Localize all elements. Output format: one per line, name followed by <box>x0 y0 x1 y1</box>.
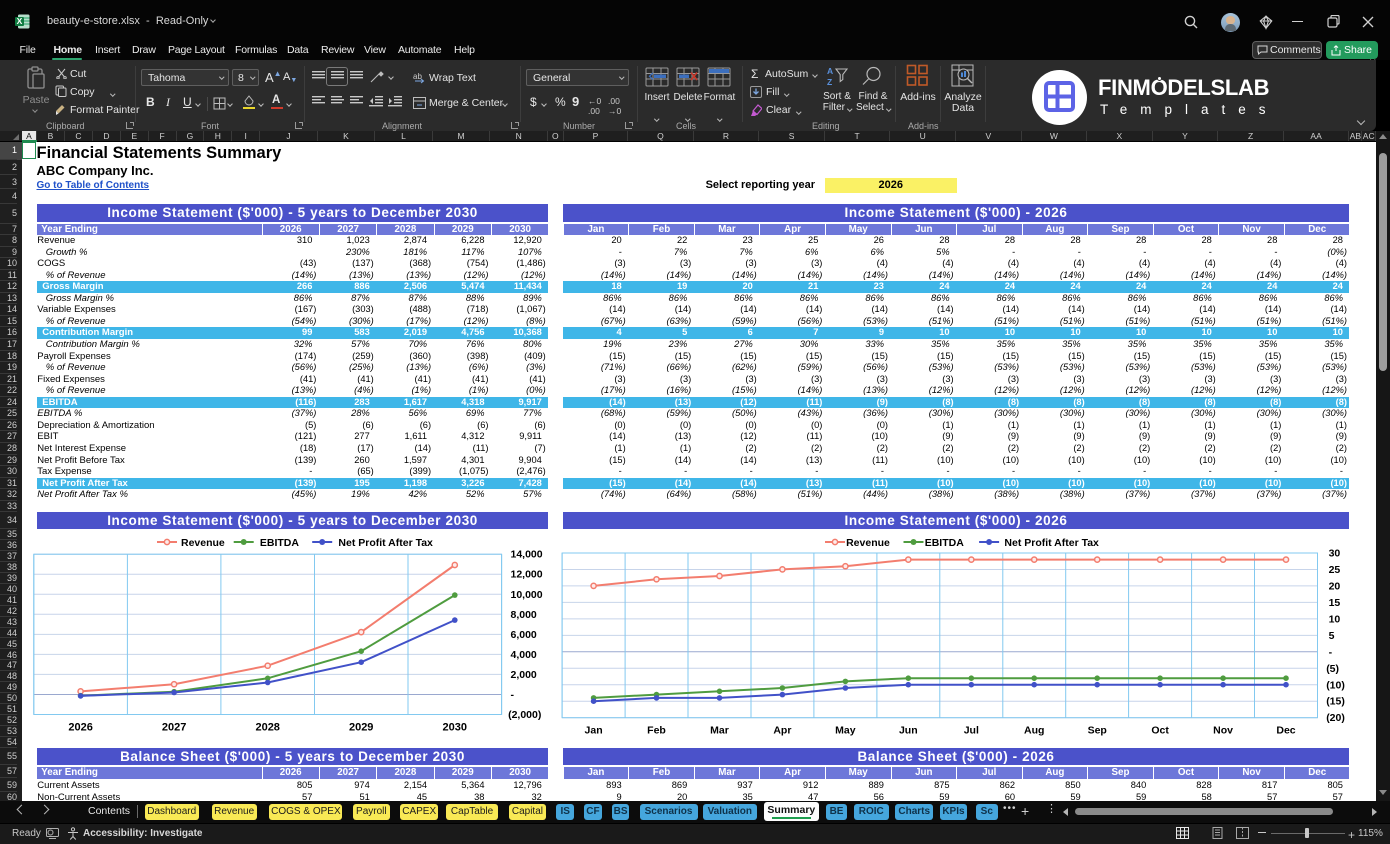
svg-text:(5): (5) <box>1326 663 1339 675</box>
svg-text:30: 30 <box>1329 548 1341 560</box>
svg-text:(20): (20) <box>1326 712 1345 724</box>
svg-text:Feb: Feb <box>647 725 666 737</box>
svg-text:8,000: 8,000 <box>511 609 537 621</box>
svg-text:10: 10 <box>1329 613 1341 625</box>
svg-text:-: - <box>1329 646 1333 658</box>
svg-text:15: 15 <box>1329 597 1341 609</box>
svg-text:2026: 2026 <box>68 722 92 734</box>
svg-text:Revenue: Revenue <box>846 537 890 549</box>
svg-text:-: - <box>511 689 515 701</box>
svg-text:14,000: 14,000 <box>511 549 543 561</box>
svg-text:2030: 2030 <box>443 722 467 734</box>
svg-text:Net Profit After Tax: Net Profit After Tax <box>338 537 433 549</box>
svg-text:EBITDA: EBITDA <box>925 537 965 549</box>
svg-text:(15): (15) <box>1326 696 1345 708</box>
svg-text:X: X <box>17 16 23 26</box>
svg-text:Mar: Mar <box>710 725 729 737</box>
svg-text:25: 25 <box>1329 564 1341 576</box>
svg-text:10,000: 10,000 <box>511 589 543 601</box>
svg-text:2,000: 2,000 <box>511 669 537 681</box>
svg-text:May: May <box>835 725 856 737</box>
svg-text:2028: 2028 <box>255 722 279 734</box>
svg-text:Net Profit After Tax: Net Profit After Tax <box>1004 537 1099 549</box>
svg-text:Apr: Apr <box>773 725 791 737</box>
svg-text:20: 20 <box>1329 580 1341 592</box>
svg-text:2029: 2029 <box>349 722 373 734</box>
svg-text:Oct: Oct <box>1151 725 1169 737</box>
svg-text:Revenue: Revenue <box>181 537 225 549</box>
svg-text:(2,000): (2,000) <box>508 709 541 721</box>
svg-text:5: 5 <box>1329 630 1335 642</box>
svg-text:Sep: Sep <box>1088 725 1107 737</box>
svg-text:EBITDA: EBITDA <box>260 537 300 549</box>
svg-text:Z: Z <box>827 77 832 87</box>
svg-text:Jan: Jan <box>585 725 603 737</box>
svg-text:Jul: Jul <box>964 725 979 737</box>
svg-text:4,000: 4,000 <box>511 649 537 661</box>
svg-text:Dec: Dec <box>1276 725 1295 737</box>
svg-text:Aug: Aug <box>1024 725 1044 737</box>
svg-text:Jun: Jun <box>899 725 918 737</box>
svg-text:6,000: 6,000 <box>511 629 537 641</box>
svg-text:2027: 2027 <box>162 722 186 734</box>
svg-text:(10): (10) <box>1326 679 1345 691</box>
svg-text:Nov: Nov <box>1213 725 1233 737</box>
svg-text:A: A <box>827 66 833 76</box>
svg-text:12,000: 12,000 <box>511 569 543 581</box>
